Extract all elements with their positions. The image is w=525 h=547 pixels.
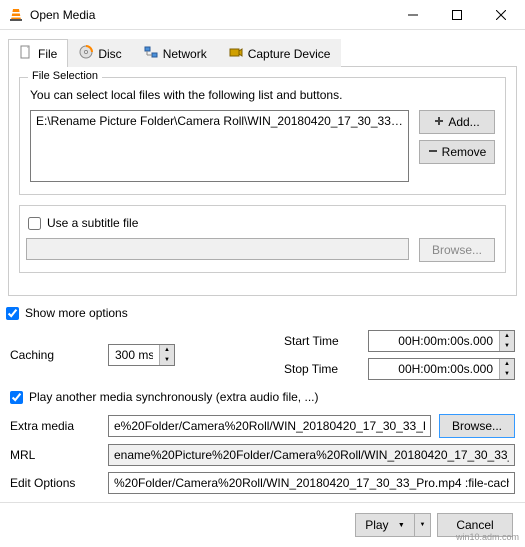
stop-time-value[interactable] — [369, 359, 499, 379]
chevron-down-icon[interactable]: ▼ — [500, 341, 514, 351]
caching-label: Caching — [10, 348, 100, 362]
subtitle-input — [26, 238, 409, 260]
mrl-label: MRL — [10, 448, 100, 462]
subtitle-group: Use a subtitle file Browse... — [19, 205, 506, 273]
remove-button-label: Remove — [442, 145, 487, 159]
tab-file[interactable]: File — [8, 39, 68, 67]
file-selection-group: File Selection You can select local file… — [19, 77, 506, 195]
disc-icon — [79, 45, 93, 62]
mrl-input[interactable] — [108, 444, 515, 466]
window-title: Open Media — [30, 8, 391, 22]
extra-browse-label: Browse... — [452, 419, 502, 433]
play-dropdown[interactable]: ▼ — [415, 513, 431, 537]
minus-icon — [428, 145, 438, 159]
chevron-down-icon[interactable]: ▼ — [160, 355, 174, 365]
subtitle-checkbox[interactable] — [28, 217, 41, 230]
file-icon — [19, 45, 33, 62]
chevron-up-icon[interactable]: ▲ — [500, 331, 514, 341]
vlc-icon — [8, 7, 24, 23]
edit-options-input[interactable] — [108, 472, 515, 494]
show-more-label: Show more options — [25, 306, 128, 320]
chevron-up-icon[interactable]: ▲ — [500, 359, 514, 369]
tab-capture-label: Capture Device — [248, 47, 331, 61]
tab-network[interactable]: Network — [133, 39, 218, 67]
cancel-label: Cancel — [456, 518, 493, 532]
add-button[interactable]: Add... — [419, 110, 495, 134]
start-time-input[interactable]: ▲▼ — [368, 330, 515, 352]
tab-file-label: File — [38, 47, 57, 61]
edit-options-label: Edit Options — [10, 476, 100, 490]
add-button-label: Add... — [448, 115, 479, 129]
subtitle-browse-button: Browse... — [419, 238, 495, 262]
tab-disc[interactable]: Disc — [68, 39, 132, 67]
subtitle-label: Use a subtitle file — [47, 216, 138, 230]
extra-media-label: Extra media — [10, 419, 100, 433]
caching-value[interactable] — [109, 345, 159, 365]
subtitle-browse-label: Browse... — [432, 243, 482, 257]
show-more-checkbox[interactable] — [6, 307, 19, 320]
watermark: win10.adm.com — [456, 532, 519, 542]
chevron-down-icon[interactable]: ▼ — [500, 369, 514, 379]
start-time-label: Start Time — [284, 334, 360, 348]
maximize-button[interactable] — [435, 0, 479, 29]
extra-media-input[interactable] — [108, 415, 431, 437]
extra-media-browse-button[interactable]: Browse... — [439, 414, 515, 438]
plus-icon — [434, 115, 444, 129]
minimize-button[interactable] — [391, 0, 435, 29]
stop-time-input[interactable]: ▲▼ — [368, 358, 515, 380]
caching-input[interactable]: ▲▼ — [108, 344, 175, 366]
tab-disc-label: Disc — [98, 47, 121, 61]
chevron-down-icon: ▼ — [398, 522, 405, 529]
remove-button[interactable]: Remove — [419, 140, 495, 164]
file-selection-legend: File Selection — [28, 70, 102, 82]
play-button[interactable]: Play ▼ ▼ — [355, 513, 431, 537]
tab-capture[interactable]: Capture Device — [218, 39, 342, 67]
play-another-checkbox[interactable] — [10, 391, 23, 404]
file-selection-desc: You can select local files with the foll… — [30, 88, 495, 102]
close-button[interactable] — [479, 0, 523, 29]
start-time-value[interactable] — [369, 331, 499, 351]
tab-network-label: Network — [163, 47, 207, 61]
network-icon — [144, 45, 158, 62]
play-label: Play — [365, 518, 388, 532]
file-list[interactable]: E:\Rename Picture Folder\Camera Roll\WIN… — [30, 110, 409, 182]
chevron-up-icon[interactable]: ▲ — [160, 345, 174, 355]
capture-icon — [229, 45, 243, 62]
stop-time-label: Stop Time — [284, 362, 360, 376]
list-item[interactable]: E:\Rename Picture Folder\Camera Roll\WIN… — [32, 112, 407, 130]
play-another-label: Play another media synchronously (extra … — [29, 390, 318, 404]
